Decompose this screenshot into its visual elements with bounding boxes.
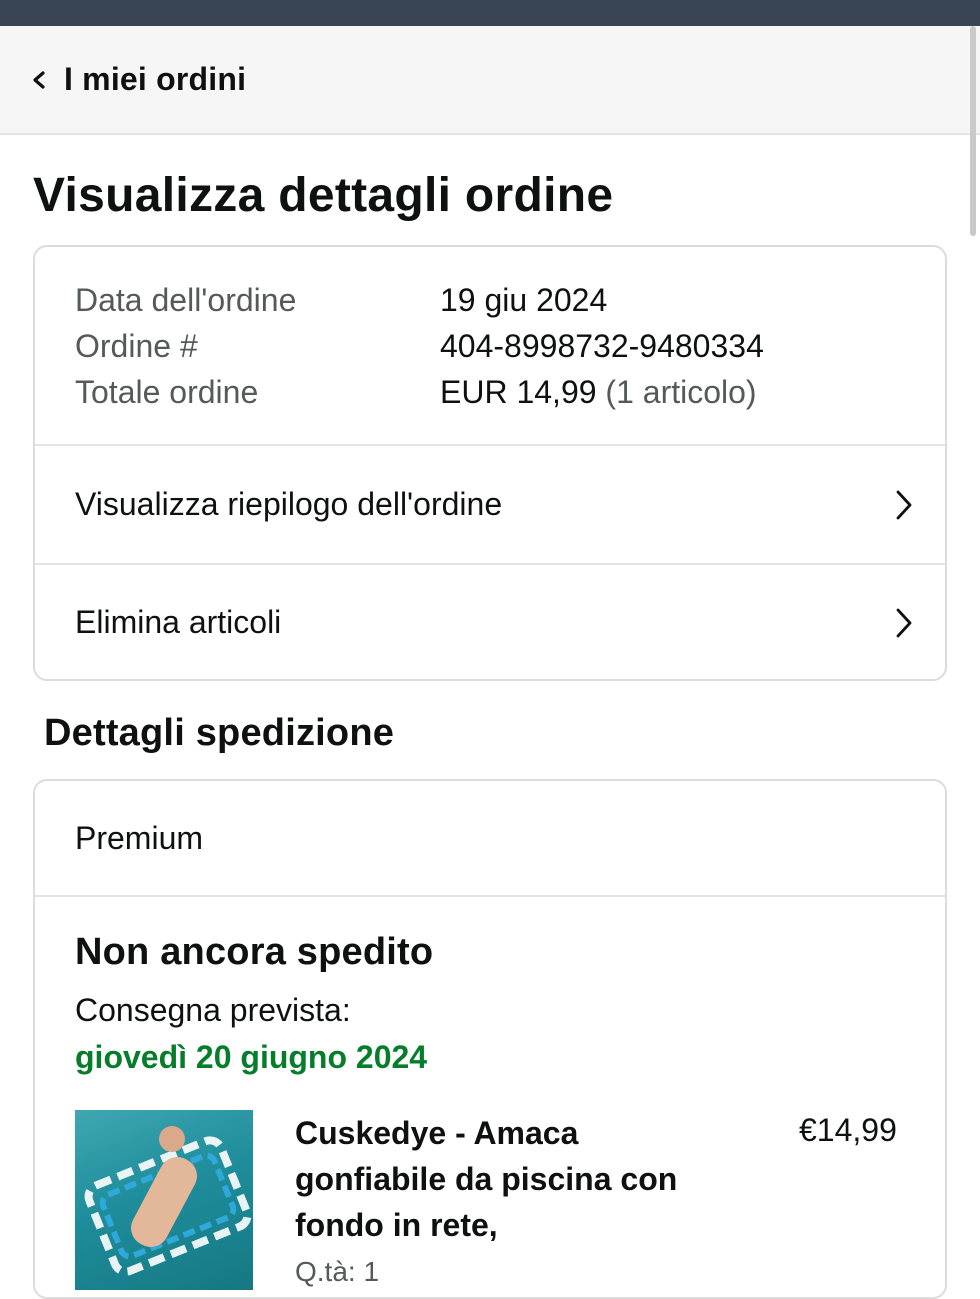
view-order-summary-label: Visualizza riepilogo dell'ordine bbox=[75, 486, 503, 522]
person-head-shape bbox=[159, 1126, 185, 1152]
page-title: Visualizza dettagli ordine bbox=[33, 169, 614, 222]
delivery-date: giovedì 20 giugno 2024 bbox=[75, 1039, 428, 1075]
order-number-row: Ordine # 404-8998732-9480334 bbox=[75, 323, 945, 369]
order-date-label: Data dell'ordine bbox=[75, 281, 297, 318]
shipping-method: Premium bbox=[35, 781, 945, 897]
top-navigation: I miei ordini bbox=[0, 26, 980, 135]
order-total-amount: EUR 14,99 bbox=[440, 373, 597, 410]
chevron-left-icon bbox=[33, 70, 45, 89]
back-to-orders-link[interactable]: I miei ordini bbox=[30, 61, 246, 98]
order-date-value: 19 giu 2024 bbox=[440, 281, 608, 318]
delete-items-label: Elimina articoli bbox=[75, 604, 282, 640]
order-total-row: Totale ordine EUR 14,99 (1 articolo) bbox=[75, 369, 945, 415]
shipping-details-card: Premium Non ancora spedito Consegna prev… bbox=[33, 779, 947, 1299]
product-image[interactable] bbox=[75, 1110, 253, 1290]
order-info-card: Data dell'ordine 19 giu 2024 Ordine # 40… bbox=[33, 245, 947, 681]
scrollbar[interactable] bbox=[970, 26, 976, 236]
shipping-section-title: Dettagli spedizione bbox=[44, 712, 395, 754]
order-date-row: Data dell'ordine 19 giu 2024 bbox=[75, 277, 945, 323]
item-info: Cuskedye - Amaca gonfiabile da piscina c… bbox=[295, 1110, 715, 1290]
product-quantity: Q.tà: 1 bbox=[295, 1256, 380, 1287]
delivery-label: Consegna prevista: bbox=[75, 992, 351, 1028]
shipment-status: Non ancora spedito bbox=[75, 931, 434, 973]
chevron-right-icon bbox=[896, 608, 912, 637]
chevron-right-icon bbox=[896, 490, 912, 519]
order-item: Cuskedye - Amaca gonfiabile da piscina c… bbox=[75, 1110, 945, 1290]
status-bar bbox=[0, 0, 980, 26]
order-total-items: (1 articolo) bbox=[605, 373, 757, 410]
delete-items-link[interactable]: Elimina articoli bbox=[35, 563, 945, 679]
order-number-label: Ordine # bbox=[75, 327, 198, 364]
order-total-value: EUR 14,99 (1 articolo) bbox=[440, 374, 757, 411]
product-price: €14,99 bbox=[799, 1112, 897, 1148]
product-title-link[interactable]: Cuskedye - Amaca gonfiabile da piscina c… bbox=[295, 1110, 715, 1248]
order-number-value: 404-8998732-9480334 bbox=[440, 327, 764, 364]
order-total-label: Totale ordine bbox=[75, 373, 259, 410]
shipment-details: Non ancora spedito Consegna prevista: gi… bbox=[35, 897, 945, 1290]
order-summary: Data dell'ordine 19 giu 2024 Ordine # 40… bbox=[35, 247, 945, 446]
back-link-label: I miei ordini bbox=[64, 61, 247, 97]
view-order-summary-link[interactable]: Visualizza riepilogo dell'ordine bbox=[35, 446, 945, 563]
